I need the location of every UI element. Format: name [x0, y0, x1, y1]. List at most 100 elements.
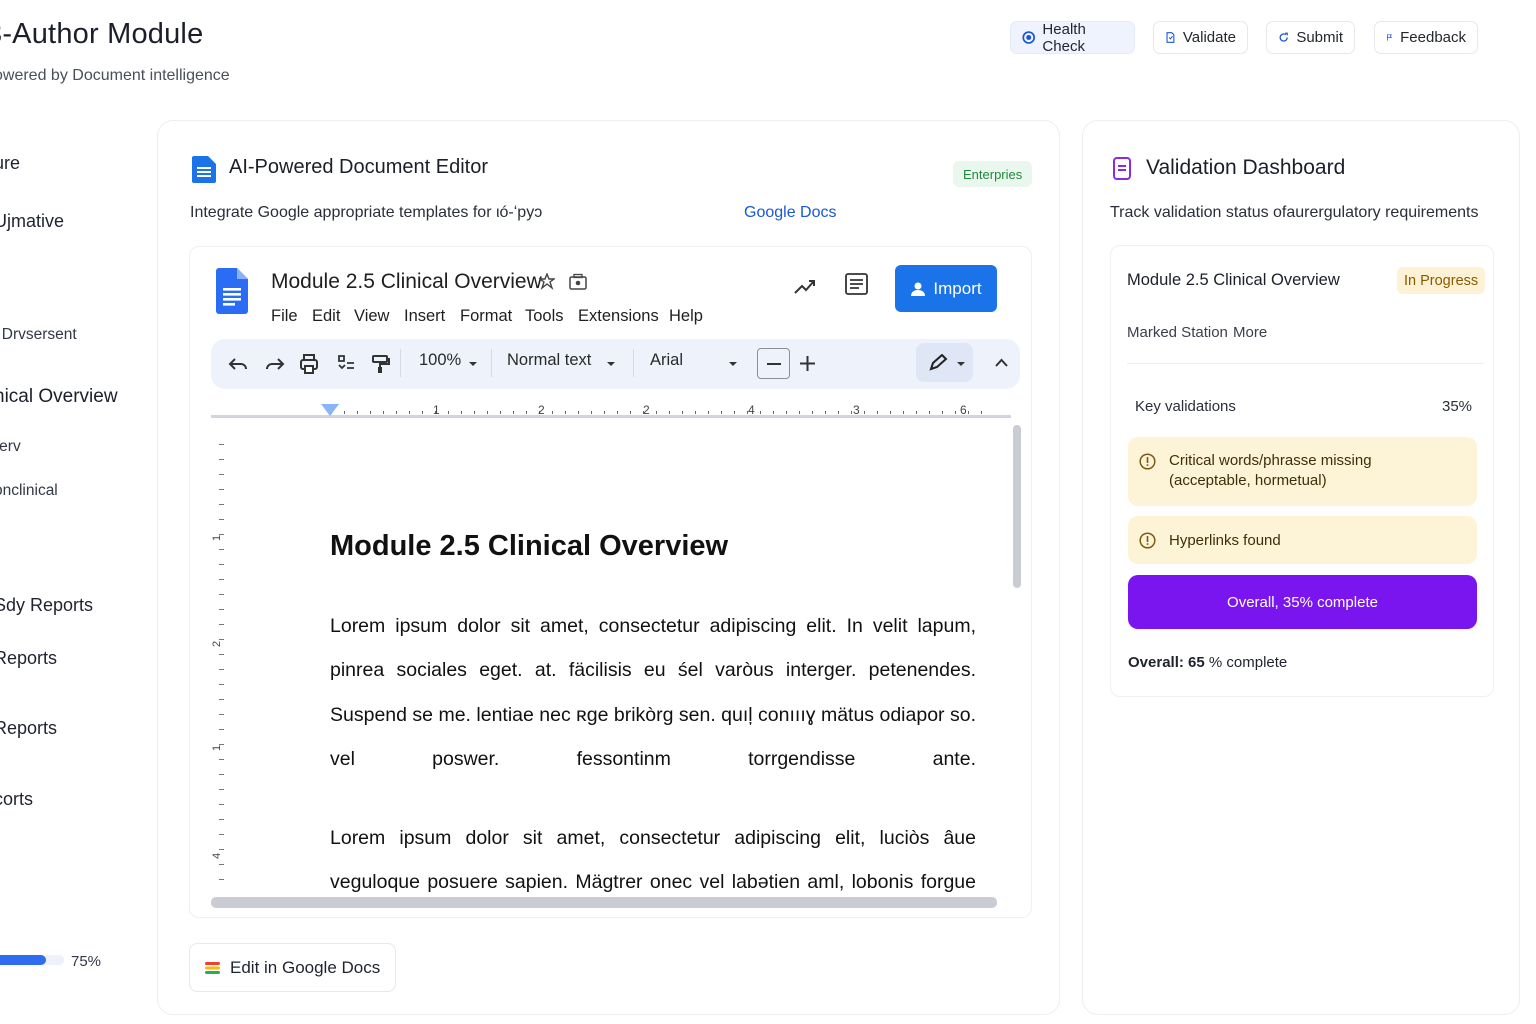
- ruler-tick: [461, 411, 462, 414]
- redo-icon[interactable]: [264, 353, 286, 375]
- alert-text: (acceptable, hormetual): [1169, 472, 1327, 489]
- menu-help[interactable]: Help: [669, 307, 703, 326]
- warning-icon: [1139, 453, 1156, 470]
- nav-item[interactable]: onclinical: [0, 482, 58, 500]
- toolbar-divider: [491, 349, 492, 377]
- warning-alert[interactable]: Hyperlinks found: [1128, 516, 1477, 564]
- undo-icon[interactable]: [227, 353, 249, 375]
- chevron-down-icon: [957, 362, 965, 366]
- toolbar-divider: [400, 349, 401, 377]
- horizontal-ruler: 1 2 2 4 3 6: [211, 403, 1011, 418]
- ruler-tick: [219, 684, 224, 685]
- submit-icon: [1279, 32, 1288, 42]
- menu-insert[interactable]: Insert: [404, 307, 445, 326]
- ruler-tick: [219, 819, 224, 820]
- ruler-tick: [219, 729, 224, 730]
- nav-item[interactable]: Reports: [0, 718, 57, 739]
- document-heading: Module 2.5 Clinical Overview: [330, 530, 729, 562]
- edit-in-google-docs-button[interactable]: Edit in Google Docs: [189, 943, 396, 992]
- trend-icon[interactable]: [793, 276, 817, 296]
- document-title[interactable]: Module 2.5 Clinical Overview: [271, 270, 542, 294]
- ruler-tick: [708, 411, 709, 414]
- menu-file[interactable]: File: [271, 307, 298, 326]
- ruler-tick: [219, 804, 224, 805]
- ruler-number: 1: [211, 535, 223, 541]
- folder-icon[interactable]: [569, 273, 587, 291]
- chevron-down-icon: [729, 362, 737, 366]
- ruler-tick: [955, 411, 956, 414]
- vertical-scrollbar[interactable]: [1013, 425, 1021, 588]
- minus-icon: [766, 362, 781, 365]
- nav-item[interactable]: ure: [0, 153, 20, 174]
- menu-view[interactable]: View: [354, 307, 389, 326]
- font-select[interactable]: Arial: [650, 351, 683, 370]
- submit-button[interactable]: Submit: [1266, 21, 1355, 54]
- spellcheck-icon[interactable]: [335, 353, 357, 375]
- ruler-tick: [219, 849, 224, 850]
- editor-title: AI-Powered Document Editor: [229, 156, 489, 178]
- paint-format-icon[interactable]: [369, 353, 391, 375]
- menu-extensions[interactable]: Extensions: [578, 307, 659, 326]
- overall-progress-button[interactable]: Overall, 35% complete: [1128, 575, 1477, 629]
- nav-item-active[interactable]: nical Overview: [0, 386, 118, 408]
- ruler-tick: [942, 411, 943, 414]
- ruler-tick: [396, 411, 397, 414]
- menu-tools[interactable]: Tools: [525, 307, 564, 326]
- print-icon[interactable]: [298, 353, 320, 375]
- ruler-tick: [219, 669, 224, 670]
- zoom-select[interactable]: 100%: [419, 351, 461, 370]
- nav-item[interactable]: Ujmative: [0, 211, 64, 232]
- outline-icon[interactable]: [845, 273, 868, 295]
- warning-alert[interactable]: Critical words/phrasse missing (acceptab…: [1128, 437, 1477, 506]
- indent-marker[interactable]: [321, 404, 339, 416]
- nav-item[interactable]: l Drvsersent: [0, 326, 77, 344]
- horizontal-scrollbar[interactable]: [211, 897, 997, 908]
- divider: [1127, 363, 1484, 364]
- vertical-ruler: 1 2 1 4: [211, 444, 224, 880]
- nav-item[interactable]: corts: [0, 789, 33, 810]
- key-validations-value: 35%: [1442, 398, 1473, 415]
- nav-item[interactable]: rerv: [0, 438, 21, 456]
- ruler-tick: [219, 654, 224, 655]
- google-docs-link[interactable]: Google Docs: [744, 204, 837, 222]
- nav-item[interactable]: Sdy Reports: [0, 595, 93, 616]
- overall-summary-rest: % complete: [1204, 654, 1288, 671]
- menu-format[interactable]: Format: [460, 307, 512, 326]
- chevron-up-icon[interactable]: [995, 358, 1008, 367]
- ruler-tick: [219, 624, 224, 625]
- validate-icon: [1166, 32, 1175, 43]
- menu-edit[interactable]: Edit: [312, 307, 340, 326]
- alert-text: Hyperlinks found: [1169, 532, 1281, 549]
- docs-icon: [192, 156, 216, 183]
- ruler-tick: [968, 411, 969, 414]
- style-select[interactable]: Normal text: [507, 351, 591, 370]
- ruler-tick: [695, 411, 696, 414]
- edit-in-docs-label: Edit in Google Docs: [230, 957, 381, 977]
- ruler-tick: [219, 594, 224, 595]
- health-check-button[interactable]: Health Check: [1010, 21, 1135, 55]
- chevron-down-icon: [469, 362, 477, 366]
- import-button[interactable]: Import: [895, 265, 997, 312]
- ruler-tick: [630, 411, 631, 414]
- validate-button[interactable]: Validate: [1153, 21, 1248, 54]
- increase-font-size-icon[interactable]: [800, 356, 815, 371]
- feedback-button[interactable]: Feedback: [1374, 21, 1478, 54]
- google-icon: [205, 961, 220, 974]
- star-icon[interactable]: [539, 273, 555, 291]
- nav-item[interactable]: Reports: [0, 648, 57, 669]
- document-paragraph: Lorem ipsum dolor sit amet, consectetur …: [330, 615, 976, 770]
- ruler-tick: [682, 411, 683, 414]
- marked-station-tab[interactable]: Marked Station: [1127, 324, 1228, 341]
- ruler-number: 4: [211, 853, 223, 859]
- validation-module-name: Module 2.5 Clinical Overview: [1127, 271, 1340, 289]
- ruler-tick: [422, 411, 423, 414]
- more-tab[interactable]: More: [1233, 324, 1267, 341]
- validation-description: Track validation status ofaurergulatory …: [1110, 204, 1479, 221]
- ruler-tick: [219, 459, 224, 460]
- decrease-font-size-button[interactable]: [757, 348, 790, 379]
- ruler-tick: [604, 411, 605, 414]
- ruler-tick: [219, 699, 224, 700]
- submit-label: Submit: [1296, 29, 1343, 46]
- ruler-tick: [721, 411, 722, 414]
- document-paragraph: Lorem ipsum dolor sit amet, consectetur …: [330, 827, 976, 894]
